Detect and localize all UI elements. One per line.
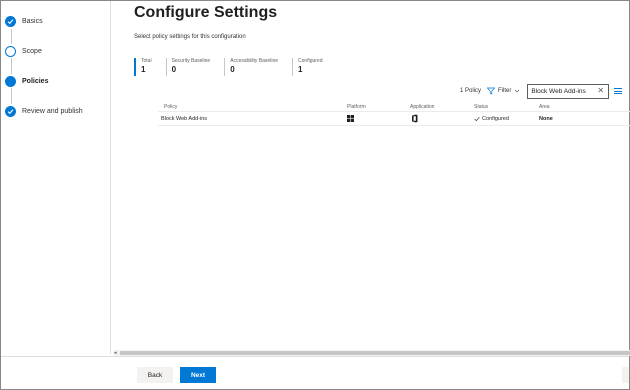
table-row[interactable]: Block Web Add-ins Configured None bbox=[158, 112, 630, 126]
column-options-icon[interactable] bbox=[614, 87, 623, 96]
checkmark-icon bbox=[474, 116, 480, 122]
filter-button[interactable]: Filter bbox=[487, 87, 523, 95]
wizard-step-rail: Basics Scope Policies Review and publish bbox=[1, 1, 111, 354]
stat-label: Configured bbox=[298, 58, 323, 64]
stat-total[interactable]: Total 1 bbox=[134, 58, 152, 76]
stat-value: 0 bbox=[230, 65, 235, 74]
wizard-step-policies[interactable]: Policies bbox=[5, 73, 48, 89]
table-header: Policy Platform Application Status Area bbox=[158, 102, 630, 112]
windows-icon bbox=[347, 115, 354, 124]
wizard-step-label: Review and publish bbox=[22, 107, 83, 115]
filter-label: Filter bbox=[498, 88, 512, 94]
wizard-step-basics[interactable]: Basics bbox=[5, 13, 43, 29]
stat-value: 1 bbox=[141, 65, 146, 74]
back-button[interactable]: Back bbox=[137, 367, 173, 383]
scrollbar-thumb[interactable] bbox=[120, 351, 630, 355]
rail-connector bbox=[11, 58, 12, 74]
area-cell: None bbox=[539, 116, 553, 122]
stat-security-baseline[interactable]: Security Baseline 0 bbox=[165, 58, 211, 76]
wizard-step-label: Policies bbox=[22, 77, 49, 85]
stat-accessibility-baseline[interactable]: Accessibility Baseline 0 bbox=[224, 58, 278, 76]
rail-connector bbox=[11, 88, 12, 104]
stat-label: Security Baseline bbox=[171, 58, 211, 64]
check-icon bbox=[5, 105, 16, 117]
next-button[interactable]: Next bbox=[180, 367, 216, 383]
column-header-application[interactable]: Application bbox=[410, 104, 434, 110]
column-header-status[interactable]: Status bbox=[474, 104, 488, 110]
column-header-area[interactable]: Area bbox=[539, 104, 550, 110]
search-input[interactable] bbox=[531, 87, 598, 95]
check-icon bbox=[5, 15, 16, 27]
footer-overflow-control bbox=[622, 367, 629, 383]
current-step-icon bbox=[5, 75, 16, 87]
status-cell: Configured bbox=[474, 116, 509, 122]
page-title: Configure Settings bbox=[134, 4, 278, 21]
search-box: ✕ bbox=[527, 83, 610, 99]
wizard-step-label: Scope bbox=[22, 47, 42, 55]
stat-label: Accessibility Baseline bbox=[230, 58, 279, 64]
page-subtitle: Select policy settings for this configur… bbox=[134, 34, 246, 40]
clear-search-icon[interactable]: ✕ bbox=[597, 87, 604, 95]
policy-count: 1 Policy bbox=[460, 88, 482, 94]
rail-connector bbox=[11, 29, 12, 44]
policies-table: Policy Platform Application Status Area … bbox=[158, 102, 630, 126]
wizard-footer: Back Next bbox=[1, 356, 629, 389]
stat-label: Total bbox=[141, 58, 152, 64]
status-text: Configured bbox=[482, 116, 509, 122]
table-toolbar: 1 Policy Filter ✕ bbox=[460, 83, 623, 99]
empty-circle-icon bbox=[5, 45, 16, 57]
stat-value: 1 bbox=[298, 65, 303, 74]
chevron-down-icon bbox=[515, 89, 520, 93]
summary-stats: Total 1 Security Baseline 0 Accessibilit… bbox=[134, 58, 336, 76]
column-header-platform[interactable]: Platform bbox=[347, 104, 366, 110]
wizard-step-label: Basics bbox=[22, 17, 43, 25]
filter-icon bbox=[487, 87, 496, 95]
stat-configured[interactable]: Configured 1 bbox=[292, 58, 322, 76]
wizard-step-scope[interactable]: Scope bbox=[5, 43, 42, 59]
office-icon bbox=[411, 114, 418, 125]
column-header-policy[interactable]: Policy bbox=[164, 104, 177, 110]
policy-name: Block Web Add-ins bbox=[161, 116, 208, 122]
stat-value: 0 bbox=[171, 65, 177, 74]
wizard-step-review[interactable]: Review and publish bbox=[5, 103, 83, 119]
